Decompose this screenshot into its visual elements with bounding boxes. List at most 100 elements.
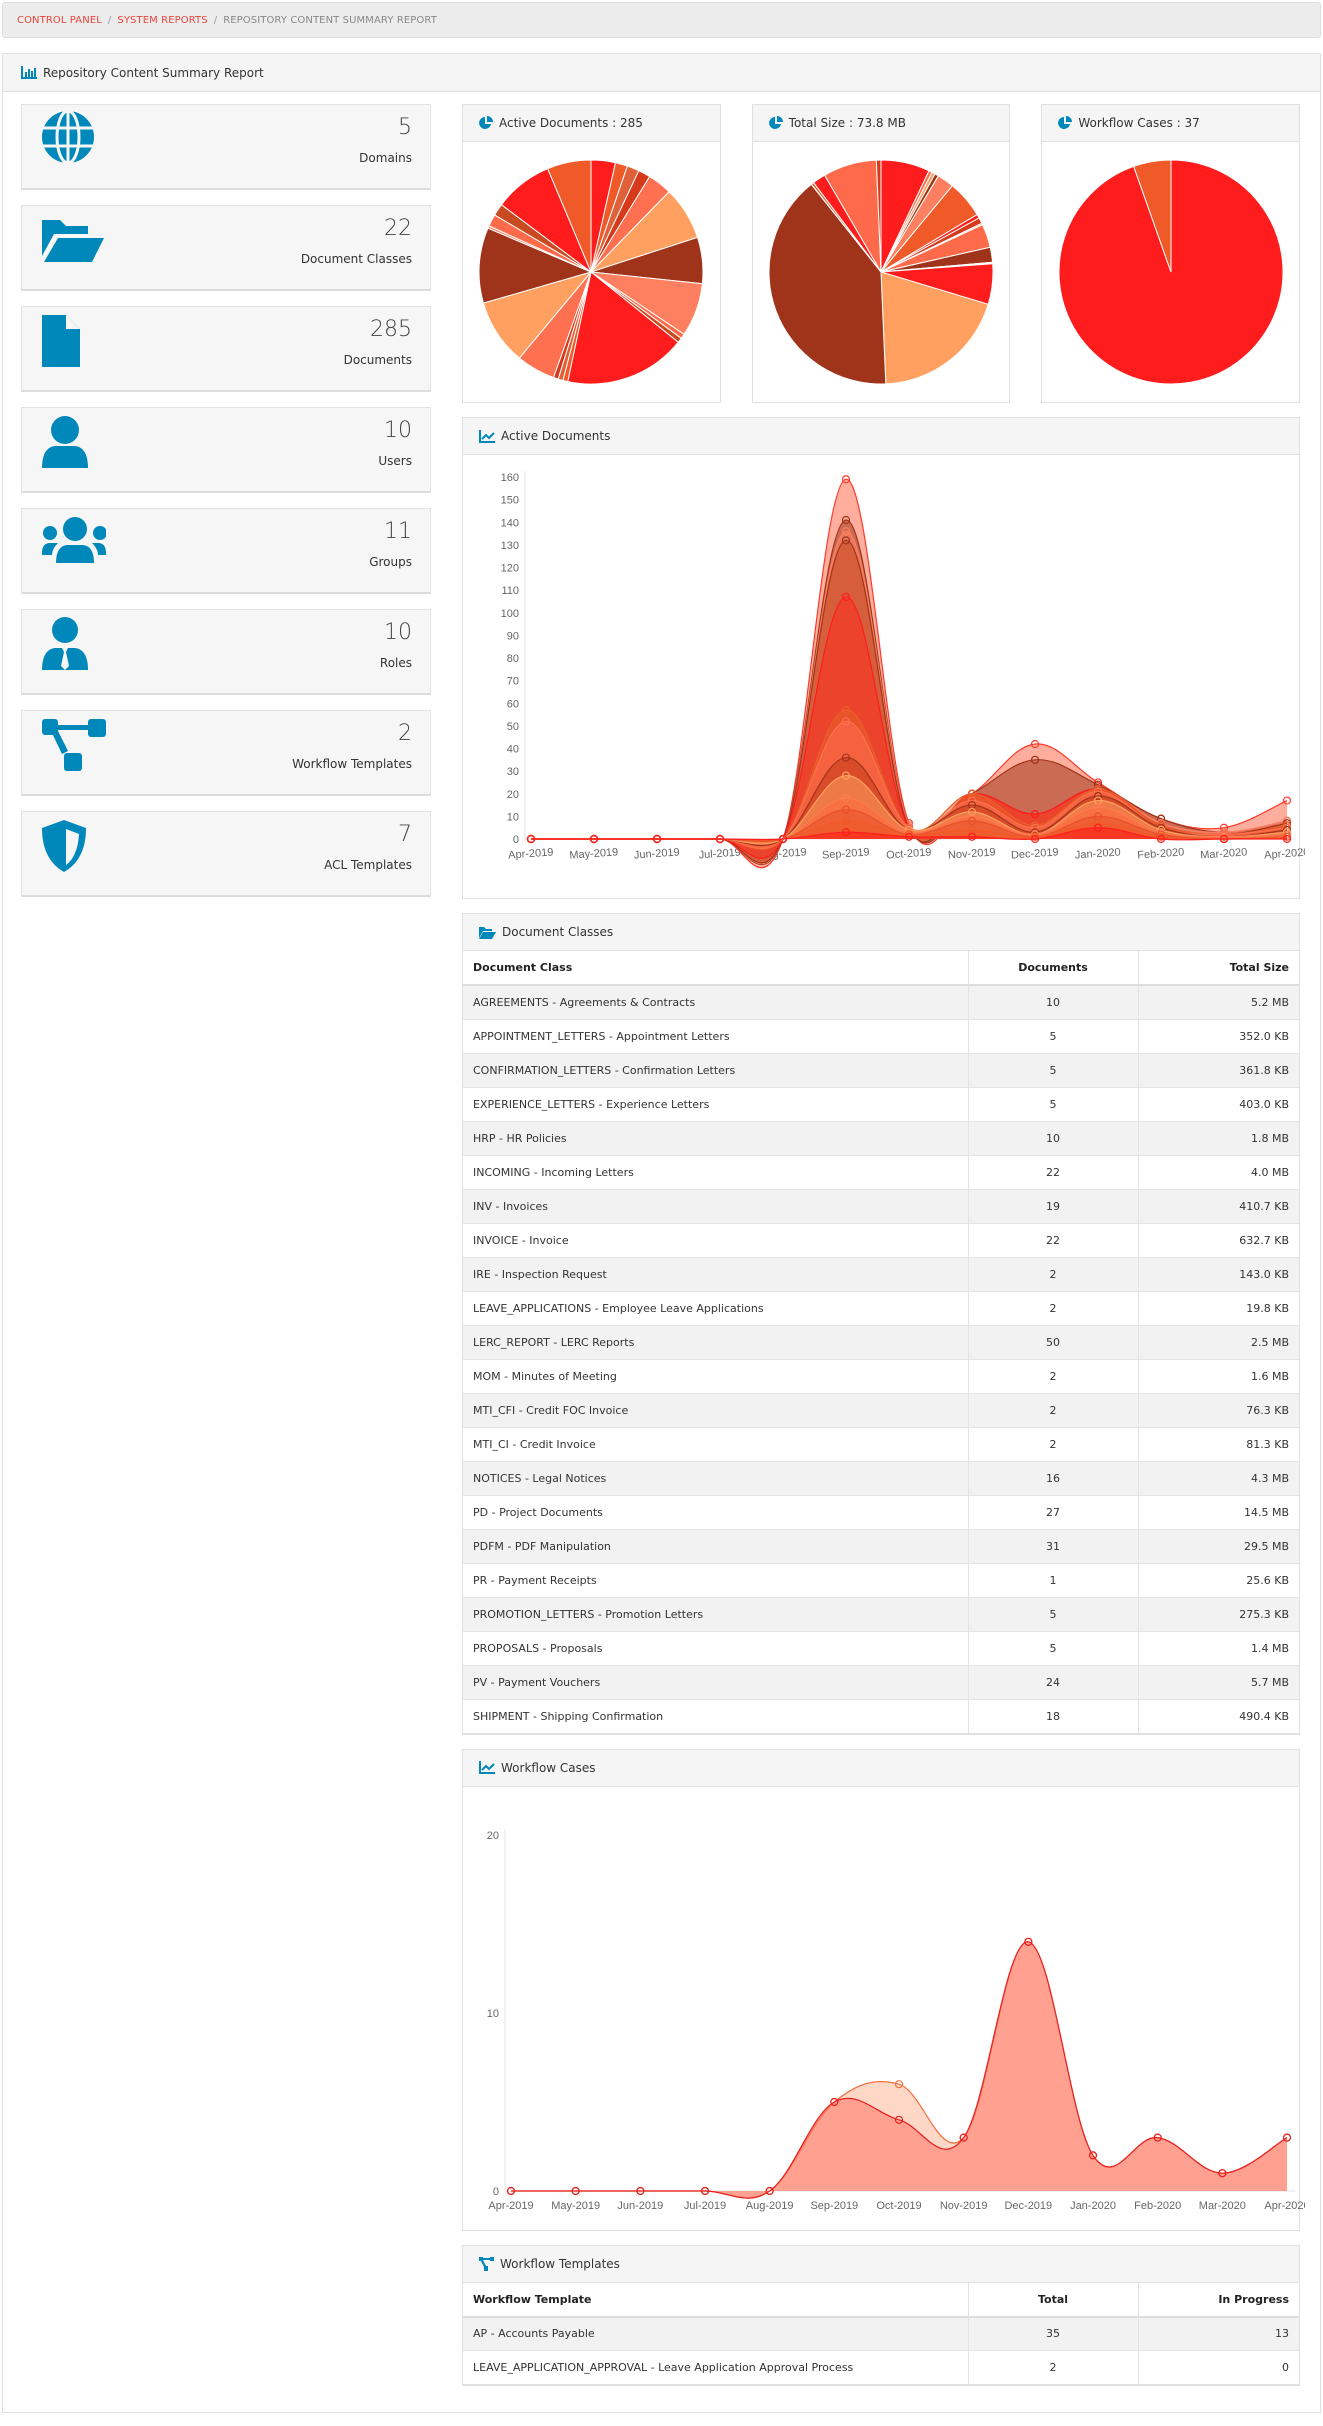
area-series-s13 bbox=[531, 479, 1287, 868]
stat-card-roles[interactable]: 10 Roles bbox=[21, 609, 431, 695]
folder-open-icon bbox=[479, 926, 496, 939]
table-row[interactable]: LERC_REPORT - LERC Reports 50 2.5 MB bbox=[463, 1325, 1299, 1360]
table-row[interactable]: APPOINTMENT_LETTERS - Appointment Letter… bbox=[463, 1019, 1299, 1054]
table-cell: CONFIRMATION_LETTERS - Confirmation Lett… bbox=[463, 1053, 969, 1088]
table-row[interactable]: MOM - Minutes of Meeting 2 1.6 MB bbox=[463, 1359, 1299, 1394]
chart-title: Active Documents bbox=[501, 429, 611, 443]
x-tick-label: Apr-2019 bbox=[508, 846, 554, 861]
series-line bbox=[530, 530, 1288, 865]
table-row[interactable]: CONFIRMATION_LETTERS - Confirmation Lett… bbox=[463, 1053, 1299, 1088]
table-row[interactable]: AP - Accounts Payable 35 13 bbox=[463, 2316, 1299, 2351]
stat-value: 7 bbox=[398, 822, 412, 847]
stat-card-domains[interactable]: 5 Domains bbox=[21, 104, 431, 190]
table-row[interactable]: MTI_CI - Credit Invoice 2 81.3 KB bbox=[463, 1427, 1299, 1462]
y-tick-label: 10 bbox=[487, 2008, 499, 2020]
column-header[interactable]: Documents bbox=[968, 951, 1139, 986]
stat-card-documents[interactable]: 285 Documents bbox=[21, 306, 431, 392]
x-tick-label: Jan-2020 bbox=[1070, 2200, 1116, 2212]
x-tick-label: Apr-2020 bbox=[1264, 2200, 1305, 2212]
table-cell: 5 bbox=[968, 1087, 1139, 1122]
pie-title: Workflow Cases : 37 bbox=[1078, 116, 1200, 130]
table-cell: 13 bbox=[1138, 2316, 1299, 2351]
report-title: Repository Content Summary Report bbox=[43, 65, 264, 80]
table-cell: INV - Invoices bbox=[463, 1189, 969, 1224]
active-documents-pie bbox=[478, 159, 704, 385]
table-cell: MTI_CFI - Credit FOC Invoice bbox=[463, 1393, 969, 1428]
x-tick-label: Nov-2019 bbox=[948, 846, 996, 861]
table-cell: NOTICES - Legal Notices bbox=[463, 1461, 969, 1496]
table-row[interactable]: SHIPMENT - Shipping Confirmation 18 490.4 … bbox=[463, 1699, 1299, 1734]
table-cell: 2 bbox=[968, 1359, 1139, 1394]
table-cell: 35 bbox=[968, 2316, 1139, 2351]
breadcrumb-current: REPOSITORY CONTENT SUMMARY REPORT bbox=[223, 14, 437, 26]
breadcrumb-separator: / bbox=[107, 14, 112, 26]
x-tick-label: May-2019 bbox=[551, 2200, 600, 2212]
table-row[interactable]: PV - Payment Vouchers 24 5.7 MB bbox=[463, 1665, 1299, 1700]
table-row[interactable]: PDFM - PDF Manipulation 31 29.5 MB bbox=[463, 1529, 1299, 1564]
table-cell: 16 bbox=[968, 1461, 1139, 1496]
x-tick-label: Nov-2019 bbox=[940, 2200, 988, 2212]
column-header[interactable]: In Progress bbox=[1138, 2282, 1299, 2318]
document-classes-table: Document Class Documents Total Size AGRE… bbox=[463, 951, 1299, 1734]
y-tick-label: 0 bbox=[513, 834, 519, 846]
column-header[interactable]: Total bbox=[968, 2282, 1139, 2318]
report-panel: Repository Content Summary Report 5 Doma… bbox=[2, 53, 1321, 2413]
pie-chart-icon bbox=[479, 116, 493, 129]
breadcrumb-system-reports[interactable]: SYSTEM REPORTS bbox=[117, 15, 207, 26]
table-row[interactable]: INV - Invoices 19 410.7 KB bbox=[463, 1189, 1299, 1224]
table-row[interactable]: PR - Payment Receipts 1 25.6 KB bbox=[463, 1563, 1299, 1598]
table-cell: 76.3 KB bbox=[1138, 1393, 1299, 1428]
column-header[interactable]: Workflow Template bbox=[463, 2282, 969, 2318]
y-tick-label: 60 bbox=[507, 698, 519, 710]
table-row[interactable]: HRP - HR Policies 10 1.8 MB bbox=[463, 1121, 1299, 1156]
table-cell: 632.7 KB bbox=[1138, 1223, 1299, 1258]
column-header[interactable]: Document Class bbox=[463, 951, 969, 986]
table-row[interactable]: PROMOTION_LETTERS - Promotion Letters 5 27… bbox=[463, 1597, 1299, 1632]
stat-label: Domains bbox=[359, 151, 412, 165]
workflow-cases-chart-panel: Workflow Cases 0 10 20 Apr-2019 May-2019 Jun-… bbox=[462, 1748, 1310, 2231]
table-row[interactable]: INCOMING - Incoming Letters 22 4.0 MB bbox=[463, 1155, 1299, 1190]
stat-label: Workflow Templates bbox=[292, 757, 412, 771]
column-header[interactable]: Total Size bbox=[1138, 951, 1299, 986]
table-row[interactable]: LEAVE_APPLICATION_APPROVAL - Leave Appli… bbox=[463, 2350, 1299, 2385]
table-row[interactable]: PD - Project Documents 27 14.5 MB bbox=[463, 1495, 1299, 1530]
table-row[interactable]: AGREEMENTS - Agreements & Contracts 10 5.2… bbox=[463, 985, 1299, 1020]
stat-card-acl-templates[interactable]: 7 ACL Templates bbox=[21, 811, 431, 897]
table-cell: 19 bbox=[968, 1189, 1139, 1224]
x-tick-label: Sep-2019 bbox=[810, 2200, 858, 2212]
table-cell: INVOICE - Invoice bbox=[463, 1223, 969, 1258]
table-row[interactable]: LEAVE_APPLICATIONS - Employee Leave Appl… bbox=[463, 1291, 1299, 1326]
table-cell: 275.3 KB bbox=[1138, 1597, 1299, 1632]
series-line bbox=[530, 539, 1288, 864]
table-cell: 10 bbox=[968, 1121, 1139, 1156]
x-tick-label: Jun-2019 bbox=[633, 846, 680, 861]
stat-card-groups[interactable]: 11 Groups bbox=[21, 508, 431, 594]
stat-value: 5 bbox=[398, 115, 412, 140]
stat-label: Users bbox=[378, 454, 412, 468]
table-row[interactable]: MTI_CFI - Credit FOC Invoice 2 76.3 KB bbox=[463, 1393, 1299, 1428]
stat-label: Documents bbox=[343, 353, 412, 367]
breadcrumb-control-panel[interactable]: CONTROL PANEL bbox=[17, 15, 102, 26]
line-chart-icon bbox=[479, 1761, 495, 1774]
table-row[interactable]: EXPERIENCE_LETTERS - Experience Letters 5… bbox=[463, 1087, 1299, 1122]
y-tick-label: 100 bbox=[501, 608, 519, 620]
workflow-icon bbox=[479, 2256, 494, 2271]
table-row[interactable]: NOTICES - Legal Notices 16 4.3 MB bbox=[463, 1461, 1299, 1496]
stat-card-workflow-templates[interactable]: 2 Workflow Templates bbox=[21, 710, 431, 796]
x-tick-label: Feb-2020 bbox=[1134, 2200, 1181, 2212]
stat-card-document-classes[interactable]: 22 Document Classes bbox=[21, 205, 431, 291]
stat-label: Roles bbox=[379, 656, 412, 670]
table-cell: 24 bbox=[968, 1665, 1139, 1700]
table-cell: LERC_REPORT - LERC Reports bbox=[463, 1325, 969, 1360]
table-row[interactable]: INVOICE - Invoice 22 632.7 KB bbox=[463, 1223, 1299, 1258]
table-row[interactable]: PROPOSALS - Proposals 5 1.4 MB bbox=[463, 1631, 1299, 1666]
x-tick-label: Mar-2020 bbox=[1200, 846, 1248, 861]
table-cell: 5 bbox=[968, 1053, 1139, 1088]
file-icon bbox=[42, 315, 80, 367]
table-cell: 14.5 MB bbox=[1138, 1495, 1299, 1530]
stat-card-users[interactable]: 10 Users bbox=[21, 407, 431, 493]
breadcrumb-separator: / bbox=[213, 14, 218, 26]
workflow-cases-area-chart: 0 10 20 Apr-2019 May-2019 Jun-2019 Jul-2019 Aug… bbox=[487, 1828, 1310, 2212]
table-cell: 4.3 MB bbox=[1138, 1461, 1299, 1496]
table-row[interactable]: IRE - Inspection Request 2 143.0 KB bbox=[463, 1257, 1299, 1292]
